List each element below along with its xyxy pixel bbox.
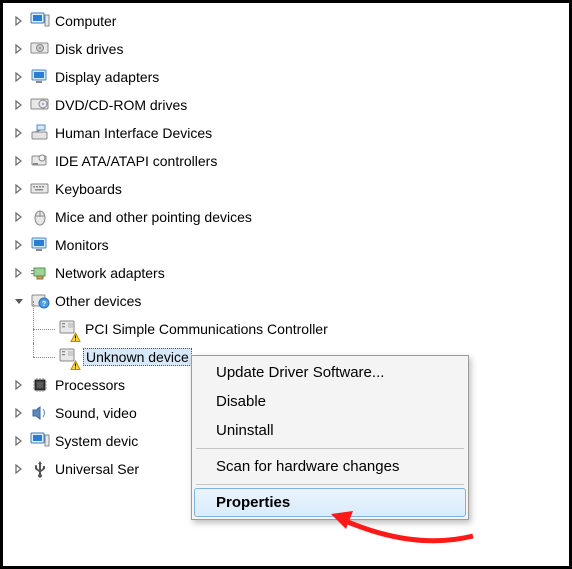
- dvd-icon: [29, 94, 51, 116]
- tree-item-keyboards[interactable]: Keyboards: [3, 175, 569, 203]
- sound-icon: [29, 402, 51, 424]
- computer-icon: [29, 10, 51, 32]
- device-manager-tree-region: Computer Disk drives Display adapters DV…: [0, 0, 572, 569]
- tree-item-label: Sound, video: [55, 405, 137, 421]
- tree-item-network-adapters[interactable]: Network adapters: [3, 259, 569, 287]
- system-icon: [29, 430, 51, 452]
- tree-item-dvd-cd-rom[interactable]: DVD/CD-ROM drives: [3, 91, 569, 119]
- keyboard-icon: [29, 178, 51, 200]
- unknown-device-icon: [57, 318, 79, 340]
- tree-item-mice[interactable]: Mice and other pointing devices: [3, 203, 569, 231]
- tree-item-label: Mice and other pointing devices: [55, 209, 252, 225]
- expand-icon[interactable]: [11, 405, 27, 421]
- expand-icon[interactable]: [11, 13, 27, 29]
- tree-item-disk-drives[interactable]: Disk drives: [3, 35, 569, 63]
- tree-line-vertical: [33, 343, 34, 357]
- expand-icon[interactable]: [11, 181, 27, 197]
- tree-item-label: Network adapters: [55, 265, 165, 281]
- tree-item-label: Computer: [55, 13, 116, 29]
- tree-item-label: Other devices: [55, 293, 141, 309]
- tree-child-pci-controller[interactable]: PCI Simple Communications Controller: [3, 315, 569, 343]
- tree-item-display-adapters[interactable]: Display adapters: [3, 63, 569, 91]
- menu-item-disable[interactable]: Disable: [194, 387, 466, 416]
- tree-item-label: DVD/CD-ROM drives: [55, 97, 187, 113]
- tree-line-horizontal: [33, 329, 55, 330]
- expand-icon[interactable]: [11, 125, 27, 141]
- tree-item-monitors[interactable]: Monitors: [3, 231, 569, 259]
- unknown-device-icon: [57, 346, 79, 368]
- menu-item-uninstall[interactable]: Uninstall: [194, 416, 466, 445]
- warning-badge-icon: [70, 360, 81, 371]
- tree-item-label: System devic: [55, 433, 138, 449]
- mouse-icon: [29, 206, 51, 228]
- expand-icon[interactable]: [11, 97, 27, 113]
- disk-icon: [29, 38, 51, 60]
- usb-icon: [29, 458, 51, 480]
- tree-item-label: Keyboards: [55, 181, 122, 197]
- tree-item-label: Human Interface Devices: [55, 125, 212, 141]
- tree-item-label: Display adapters: [55, 69, 159, 85]
- hid-icon: [29, 122, 51, 144]
- tree-item-ide[interactable]: IDE ATA/ATAPI controllers: [3, 147, 569, 175]
- warning-badge-icon: [70, 332, 81, 343]
- menu-separator: [196, 484, 464, 485]
- display-icon: [29, 66, 51, 88]
- cpu-icon: [29, 374, 51, 396]
- svg-text:?: ?: [42, 301, 46, 308]
- menu-item-update-driver[interactable]: Update Driver Software...: [194, 358, 466, 387]
- tree-item-label: Universal Ser: [55, 461, 139, 477]
- expand-icon[interactable]: [11, 461, 27, 477]
- tree-item-label: Disk drives: [55, 41, 123, 57]
- network-icon: [29, 262, 51, 284]
- expand-icon[interactable]: [11, 265, 27, 281]
- expand-icon[interactable]: [11, 153, 27, 169]
- tree-line-vertical: [33, 301, 34, 343]
- tree-item-hid[interactable]: Human Interface Devices: [3, 119, 569, 147]
- tree-line-horizontal: [33, 357, 55, 358]
- tree-child-label: PCI Simple Communications Controller: [85, 321, 328, 337]
- collapse-icon[interactable]: [11, 293, 27, 309]
- expand-icon[interactable]: [11, 69, 27, 85]
- context-menu: Update Driver Software... Disable Uninst…: [191, 355, 469, 520]
- expand-icon[interactable]: [11, 41, 27, 57]
- expand-icon[interactable]: [11, 237, 27, 253]
- menu-item-properties[interactable]: Properties: [194, 488, 466, 517]
- ide-icon: [29, 150, 51, 172]
- tree-item-label: Monitors: [55, 237, 109, 253]
- tree-item-computer[interactable]: Computer: [3, 7, 569, 35]
- tree-item-label: Processors: [55, 377, 125, 393]
- tree-child-label: Unknown device: [86, 349, 189, 365]
- expand-icon[interactable]: [11, 377, 27, 393]
- menu-separator: [196, 448, 464, 449]
- tree-item-other-devices[interactable]: ? Other devices: [3, 287, 569, 315]
- menu-item-scan-hardware[interactable]: Scan for hardware changes: [194, 452, 466, 481]
- tree-item-label: IDE ATA/ATAPI controllers: [55, 153, 217, 169]
- expand-icon[interactable]: [11, 209, 27, 225]
- monitor-icon: [29, 234, 51, 256]
- expand-icon[interactable]: [11, 433, 27, 449]
